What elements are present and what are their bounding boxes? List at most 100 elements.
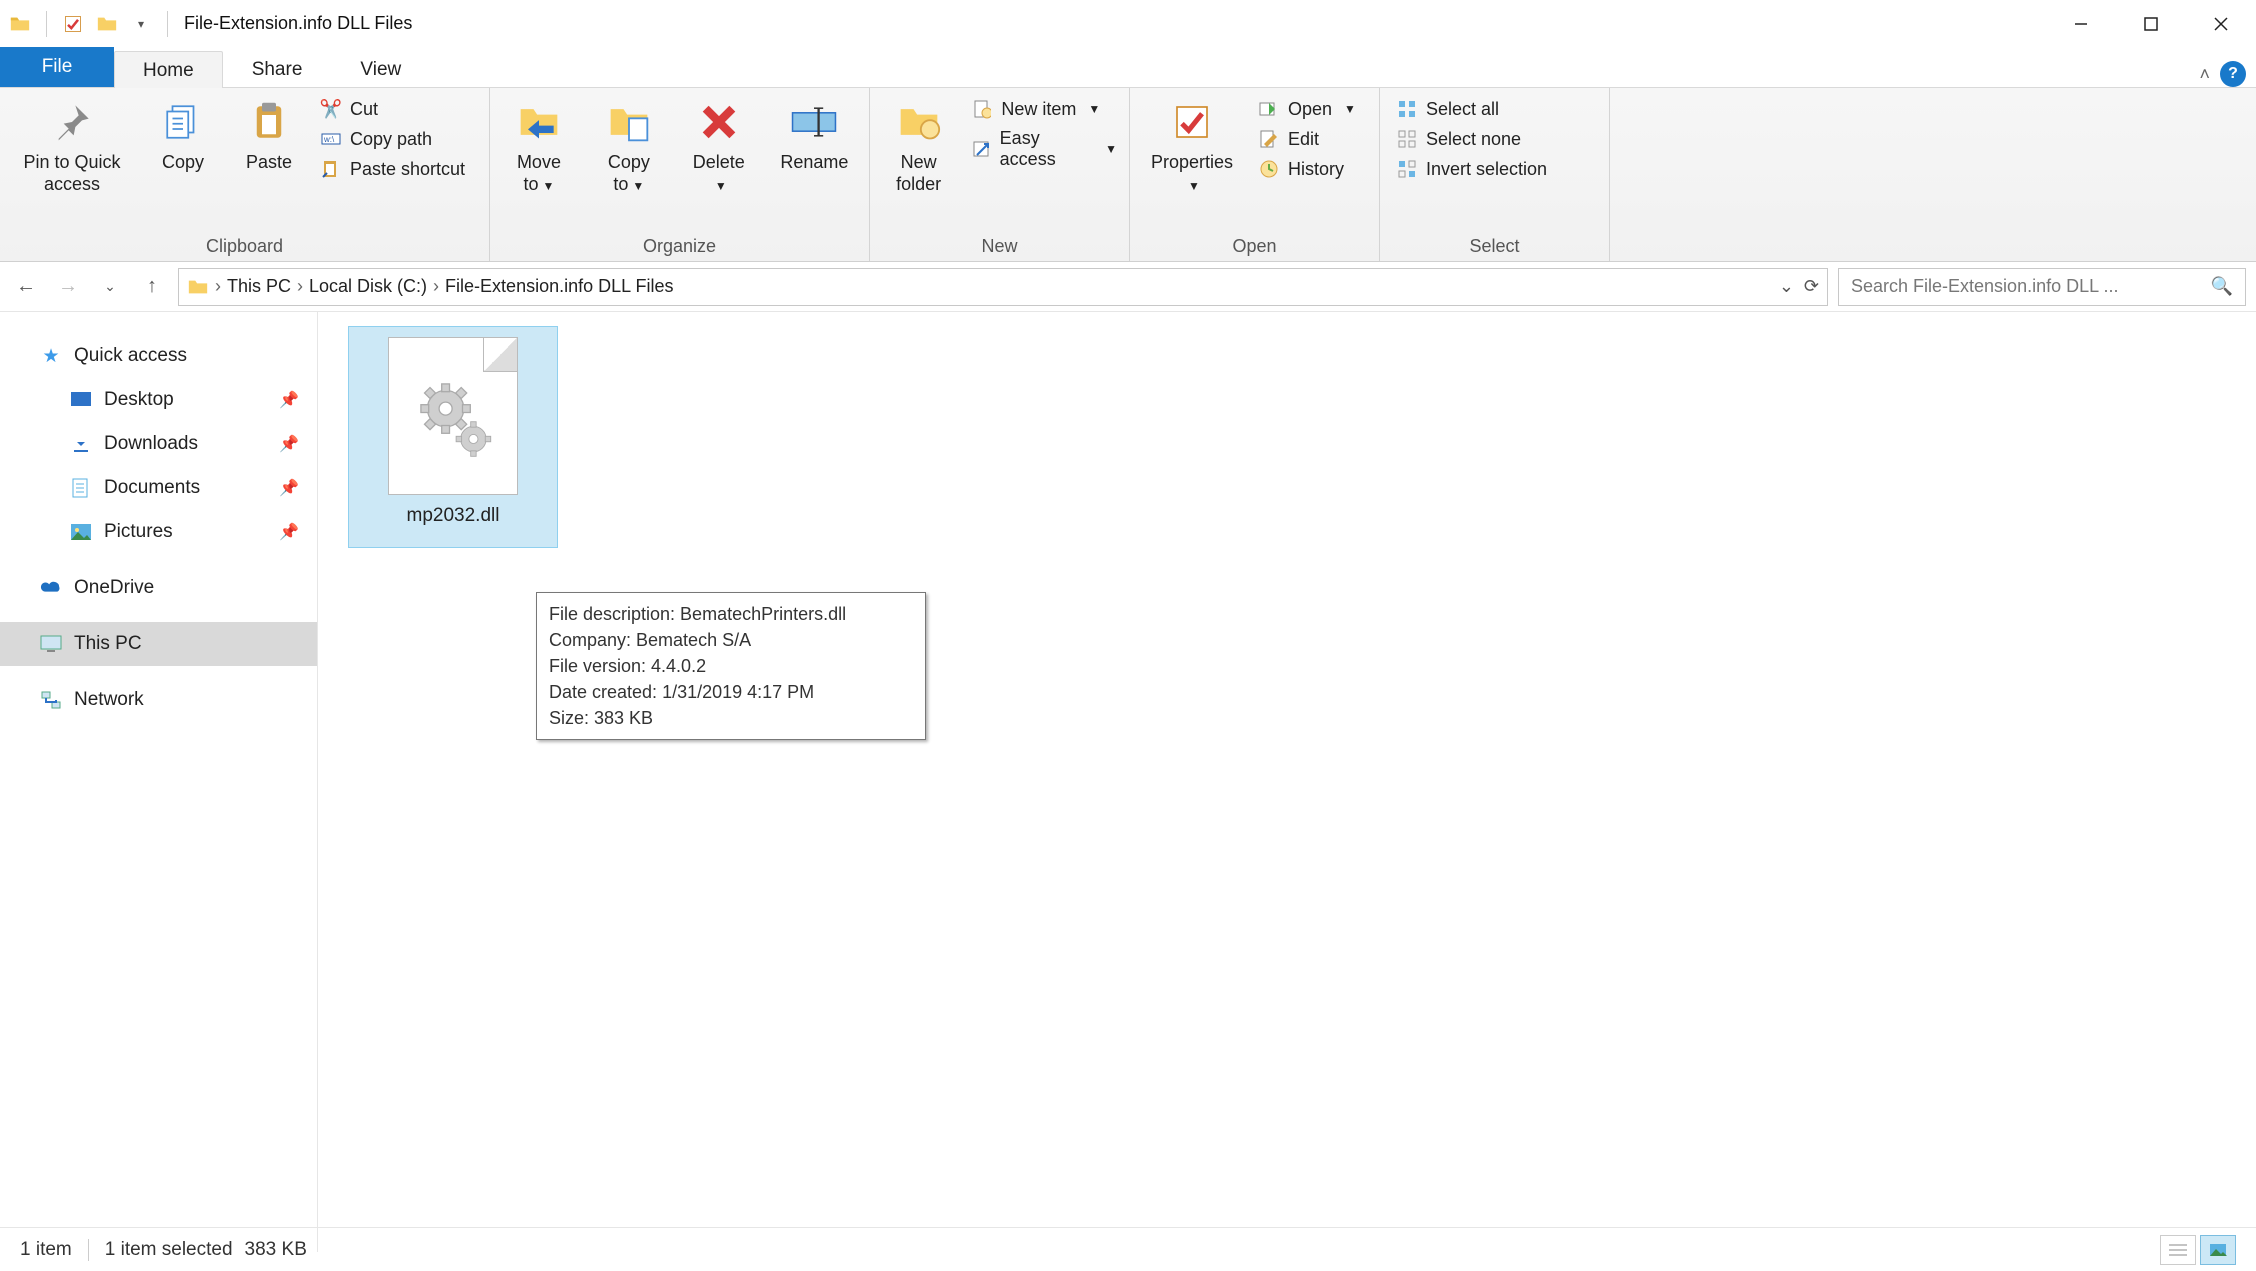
- file-tab[interactable]: File: [0, 47, 114, 87]
- address-bar[interactable]: › This PC › Local Disk (C:) › File-Exten…: [178, 268, 1828, 306]
- breadcrumb-folder[interactable]: File-Extension.info DLL Files: [445, 276, 673, 297]
- sidebar-desktop[interactable]: Desktop 📌: [0, 378, 317, 422]
- title-bar: ▾ File-Extension.info DLL Files: [0, 0, 2256, 48]
- open-button[interactable]: Open▼: [1258, 98, 1356, 120]
- edit-button[interactable]: Edit: [1258, 128, 1356, 150]
- copy-button[interactable]: Copy: [148, 94, 218, 174]
- file-item[interactable]: mp2032.dll: [348, 326, 558, 548]
- open-icon: [1258, 98, 1280, 120]
- history-button[interactable]: History: [1258, 158, 1356, 180]
- network-icon: [40, 689, 62, 711]
- minimize-button[interactable]: [2046, 0, 2116, 48]
- this-pc-icon: [40, 633, 62, 655]
- ribbon: Pin to Quick access Copy Paste ✂️Cut w:\…: [0, 88, 2256, 262]
- sidebar-network[interactable]: Network: [0, 678, 317, 722]
- file-tooltip: File description: BematechPrinters.dll C…: [536, 592, 926, 740]
- desktop-icon: [70, 389, 92, 411]
- status-item-count: 1 item: [20, 1239, 72, 1261]
- select-none-button[interactable]: Select none: [1396, 128, 1547, 150]
- refresh-icon[interactable]: ⟳: [1804, 276, 1819, 297]
- properties-button[interactable]: Properties▼: [1142, 94, 1242, 195]
- new-folder-icon: [895, 98, 943, 146]
- invert-selection-button[interactable]: Invert selection: [1396, 158, 1547, 180]
- group-label-organize: Organize: [502, 232, 857, 259]
- search-input[interactable]: Search File-Extension.info DLL ... 🔍: [1838, 268, 2246, 306]
- pin-icon: 📌: [279, 522, 299, 542]
- status-bar: 1 item 1 item selected 383 KB: [0, 1227, 2256, 1271]
- sidebar-quick-access[interactable]: ★ Quick access: [0, 334, 317, 378]
- up-button[interactable]: ↑: [136, 271, 168, 303]
- qat-folder-icon[interactable]: [93, 10, 121, 38]
- cut-button[interactable]: ✂️Cut: [320, 98, 465, 120]
- qat-dropdown-icon[interactable]: ▾: [127, 10, 155, 38]
- tooltip-date: Date created: 1/31/2019 4:17 PM: [549, 679, 913, 705]
- rename-icon: [790, 98, 838, 146]
- properties-icon: [1168, 98, 1216, 146]
- thumbnails-view-button[interactable]: [2200, 1235, 2236, 1265]
- file-pane[interactable]: mp2032.dll File description: BematechPri…: [318, 312, 2256, 1252]
- paste-button[interactable]: Paste: [234, 94, 304, 174]
- scissors-icon: ✂️: [320, 98, 342, 120]
- pictures-icon: [70, 521, 92, 543]
- tooltip-description: File description: BematechPrinters.dll: [549, 601, 913, 627]
- delete-icon: [695, 98, 743, 146]
- star-icon: ★: [40, 345, 62, 367]
- sidebar-this-pc[interactable]: This PC: [0, 622, 317, 666]
- home-tab[interactable]: Home: [114, 51, 223, 88]
- paste-shortcut-icon: [320, 158, 342, 180]
- easy-access-icon: [971, 138, 991, 160]
- file-name: mp2032.dll: [407, 505, 500, 527]
- recent-dropdown[interactable]: ⌄: [94, 271, 126, 303]
- collapse-ribbon-icon[interactable]: ˄: [2199, 64, 2210, 85]
- folder-icon: [187, 276, 209, 298]
- paste-shortcut-button[interactable]: Paste shortcut: [320, 158, 465, 180]
- pin-icon: [48, 98, 96, 146]
- pin-quick-access-button[interactable]: Pin to Quick access: [12, 94, 132, 195]
- sidebar-downloads[interactable]: Downloads 📌: [0, 422, 317, 466]
- copy-to-button[interactable]: Copy to▼: [592, 94, 666, 195]
- easy-access-button[interactable]: Easy access▼: [971, 128, 1117, 170]
- invert-icon: [1396, 158, 1418, 180]
- forward-button[interactable]: →: [52, 271, 84, 303]
- new-folder-button[interactable]: New folder: [882, 94, 955, 195]
- folder-icon: [6, 10, 34, 38]
- close-button[interactable]: [2186, 0, 2256, 48]
- breadcrumb-root[interactable]: This PC: [227, 276, 291, 297]
- group-label-select: Select: [1392, 232, 1597, 259]
- nav-row: ← → ⌄ ↑ › This PC › Local Disk (C:) › Fi…: [0, 262, 2256, 312]
- sidebar-pictures[interactable]: Pictures 📌: [0, 510, 317, 554]
- chevron-right-icon[interactable]: ›: [433, 276, 439, 297]
- back-button[interactable]: ←: [10, 271, 42, 303]
- new-item-button[interactable]: New item▼: [971, 98, 1117, 120]
- window-title: File-Extension.info DLL Files: [184, 13, 412, 34]
- maximize-button[interactable]: [2116, 0, 2186, 48]
- pin-icon: 📌: [279, 390, 299, 410]
- svg-text:w:\: w:\: [323, 135, 335, 144]
- pin-icon: 📌: [279, 478, 299, 498]
- rename-button[interactable]: Rename: [772, 94, 857, 174]
- sidebar-documents[interactable]: Documents 📌: [0, 466, 317, 510]
- group-label-new: New: [882, 232, 1117, 259]
- status-size: 383 KB: [245, 1239, 307, 1261]
- chevron-right-icon[interactable]: ›: [297, 276, 303, 297]
- qat-properties-icon[interactable]: [59, 10, 87, 38]
- onedrive-icon: [40, 577, 62, 599]
- help-icon[interactable]: ?: [2220, 61, 2246, 87]
- tooltip-version: File version: 4.4.0.2: [549, 653, 913, 679]
- details-view-button[interactable]: [2160, 1235, 2196, 1265]
- view-tab[interactable]: View: [331, 50, 430, 87]
- address-dropdown-icon[interactable]: ⌄: [1779, 276, 1794, 297]
- dll-file-icon: [388, 337, 518, 495]
- chevron-right-icon[interactable]: ›: [215, 276, 221, 297]
- select-all-button[interactable]: Select all: [1396, 98, 1547, 120]
- move-to-icon: [515, 98, 563, 146]
- group-label-clipboard: Clipboard: [12, 232, 477, 259]
- breadcrumb-drive[interactable]: Local Disk (C:): [309, 276, 427, 297]
- share-tab[interactable]: Share: [223, 50, 332, 87]
- move-to-button[interactable]: Move to▼: [502, 94, 576, 195]
- sidebar-onedrive[interactable]: OneDrive: [0, 566, 317, 610]
- delete-button[interactable]: Delete▼: [682, 94, 756, 195]
- search-placeholder: Search File-Extension.info DLL ...: [1851, 276, 2118, 297]
- copy-path-button[interactable]: w:\Copy path: [320, 128, 465, 150]
- copy-icon: [159, 98, 207, 146]
